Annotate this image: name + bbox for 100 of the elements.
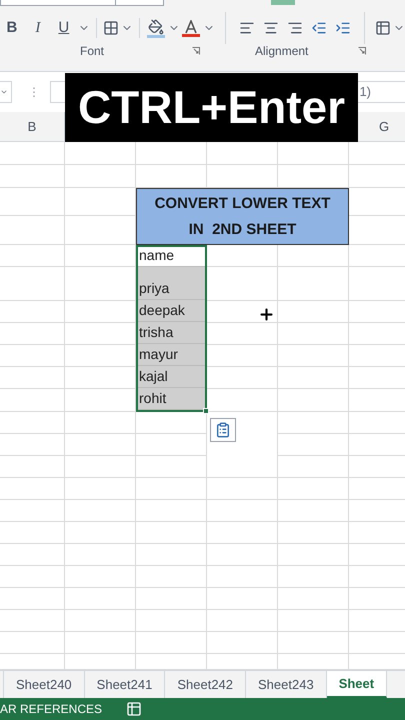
grid-cell[interactable] <box>0 142 65 165</box>
borders-icon[interactable] <box>102 20 119 36</box>
grid-cell[interactable] <box>0 165 65 188</box>
sheet-tab[interactable]: Sheet <box>326 671 388 698</box>
font-color-icon[interactable] <box>182 20 202 36</box>
grid-cell[interactable] <box>207 632 278 654</box>
macro-record-icon[interactable] <box>126 701 142 717</box>
grid-cell[interactable] <box>65 522 136 544</box>
grid-cell[interactable] <box>278 267 349 301</box>
grid-cell[interactable] <box>65 456 136 478</box>
grid-cell[interactable] <box>65 434 136 456</box>
grid-cell[interactable] <box>136 478 207 500</box>
decrease-indent-icon[interactable] <box>311 20 328 36</box>
increase-indent-icon[interactable] <box>335 20 352 36</box>
fill-color-icon[interactable] <box>146 18 166 38</box>
grid-cell[interactable] <box>65 478 136 500</box>
grid-cell[interactable] <box>0 367 65 389</box>
dialog-launcher-icon[interactable] <box>358 47 366 55</box>
grid-cell[interactable] <box>136 566 207 588</box>
grid-cell[interactable] <box>0 522 65 544</box>
column-header[interactable]: B <box>28 116 36 136</box>
grid-cell[interactable] <box>65 412 136 434</box>
grid-cell[interactable] <box>65 165 136 188</box>
grid-cell[interactable] <box>65 323 136 345</box>
grid-cell[interactable] <box>0 301 65 323</box>
grid-cell[interactable] <box>65 245 136 267</box>
grid-cell[interactable] <box>207 478 278 500</box>
grid-cell[interactable] <box>136 434 207 456</box>
grid-cell[interactable] <box>207 610 278 632</box>
grid-cell[interactable] <box>207 588 278 610</box>
grid-cell[interactable] <box>65 389 136 412</box>
grid-cell[interactable] <box>207 267 278 301</box>
grid-cell[interactable] <box>207 566 278 588</box>
grid-cell[interactable] <box>65 544 136 566</box>
grid-cell[interactable] <box>0 267 65 301</box>
format-button[interactable]: I <box>26 16 50 40</box>
grid-cell[interactable] <box>65 566 136 588</box>
grid-cell[interactable] <box>65 500 136 522</box>
merge-cells-icon[interactable] <box>375 20 392 36</box>
grid-cell[interactable] <box>278 412 349 434</box>
grid-cell[interactable] <box>207 367 278 389</box>
align-right-icon[interactable] <box>287 20 304 36</box>
grid-cell[interactable] <box>0 389 65 412</box>
grid-cell[interactable] <box>278 500 349 522</box>
grid-cell[interactable] <box>207 456 278 478</box>
grid-cell[interactable] <box>278 566 349 588</box>
grid-cell[interactable] <box>278 301 349 323</box>
style-swatch[interactable] <box>271 0 295 5</box>
grid-cell[interactable] <box>65 588 136 610</box>
grid-cell[interactable] <box>0 544 65 566</box>
grid-cell[interactable] <box>278 632 349 654</box>
align-center-icon[interactable] <box>263 20 280 36</box>
grid-cell[interactable] <box>65 345 136 367</box>
grid-cell[interactable] <box>136 500 207 522</box>
grid-cell[interactable] <box>65 610 136 632</box>
format-button[interactable]: B <box>0 16 24 40</box>
grid-cell[interactable] <box>0 412 65 434</box>
grid-cell[interactable] <box>278 610 349 632</box>
grid-cell[interactable] <box>136 588 207 610</box>
grid-cell[interactable] <box>0 216 65 245</box>
grid-cell[interactable] <box>0 434 65 456</box>
grid-cell[interactable] <box>278 456 349 478</box>
grid-cell[interactable] <box>278 345 349 367</box>
grid-cell[interactable] <box>65 367 136 389</box>
grid-cell[interactable] <box>0 500 65 522</box>
column-header[interactable]: G <box>378 116 390 136</box>
grid-cell[interactable] <box>136 610 207 632</box>
grid-cell[interactable] <box>278 389 349 412</box>
format-button[interactable]: U <box>52 16 76 40</box>
grid-cell[interactable] <box>0 478 65 500</box>
grid-cell[interactable] <box>207 522 278 544</box>
grid-cell[interactable] <box>0 323 65 345</box>
grid-cell[interactable] <box>207 323 278 345</box>
grid-cell[interactable] <box>0 456 65 478</box>
grid-cell[interactable] <box>207 544 278 566</box>
grid-cell[interactable] <box>278 522 349 544</box>
grid-cell[interactable] <box>278 544 349 566</box>
grid-cell[interactable] <box>136 456 207 478</box>
font-size-field[interactable] <box>116 0 164 6</box>
grid-cell[interactable] <box>0 588 65 610</box>
grid-cell[interactable] <box>0 188 65 216</box>
fill-handle[interactable] <box>203 408 209 414</box>
grid-cell[interactable] <box>136 544 207 566</box>
grid-cell[interactable] <box>278 367 349 389</box>
dialog-launcher-icon[interactable] <box>192 47 200 55</box>
grid-cell[interactable] <box>207 301 278 323</box>
grid-cell[interactable] <box>65 267 136 301</box>
grid-cell[interactable] <box>0 245 65 267</box>
grid-cell[interactable] <box>207 345 278 367</box>
font-name-field[interactable] <box>0 0 116 6</box>
grid-cell[interactable] <box>0 345 65 367</box>
grid-cell[interactable] <box>0 610 65 632</box>
grid-cell[interactable] <box>278 434 349 456</box>
grid-cell[interactable] <box>278 588 349 610</box>
grid-cell[interactable] <box>65 632 136 654</box>
align-left-icon[interactable] <box>239 20 256 36</box>
grid-cell[interactable] <box>136 632 207 654</box>
grid-cell[interactable] <box>278 323 349 345</box>
grid-cell[interactable] <box>0 566 65 588</box>
grid-cell[interactable] <box>65 301 136 323</box>
